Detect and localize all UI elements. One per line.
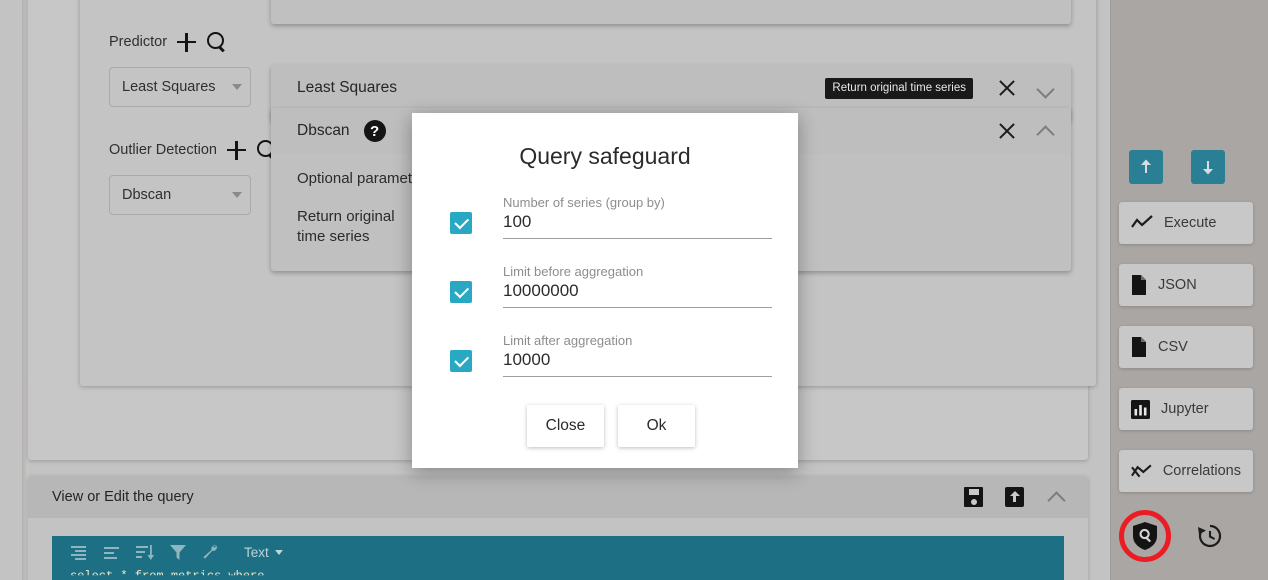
editor-mode-selector[interactable]: Text (244, 545, 283, 560)
wrench-icon[interactable] (202, 544, 218, 560)
return-original-time-series-label: Return original time series (297, 208, 395, 245)
format-align-icon[interactable] (103, 546, 120, 559)
close-button[interactable]: Close (527, 405, 604, 447)
ok-button[interactable]: Ok (618, 405, 695, 447)
query-editor-title: View or Edit the query (52, 489, 194, 505)
limit-after-aggregation-label: Limit after aggregation (503, 333, 633, 348)
section-predictor: Predictor (109, 32, 226, 52)
plus-icon[interactable] (177, 32, 197, 52)
close-icon[interactable] (995, 119, 1019, 143)
arrow-up-icon (1141, 159, 1151, 173)
limit-after-aggregation-field: Limit after aggregation (503, 332, 772, 377)
search-icon[interactable] (206, 32, 226, 52)
close-icon[interactable] (995, 76, 1019, 100)
number-of-series-field: Number of series (group by) (503, 194, 772, 239)
line-chart-icon (1131, 215, 1153, 228)
algorithm-card-dbscan-title: Dbscan (297, 122, 350, 139)
algorithm-card-bottom-body (271, 0, 1071, 24)
chevron-down-icon (232, 84, 242, 90)
rail-button-list: Execute JSON CSV Jupyter Correlations (1119, 202, 1253, 512)
algorithm-card-bottom: Bottom Max number of groups: 1 (271, 0, 1071, 24)
field-row-limit-before-aggregation: Limit before aggregation (450, 263, 772, 308)
chevron-down-icon (274, 549, 283, 555)
algorithm-card-least-squares-header[interactable]: Least Squares Return original time serie… (271, 65, 1071, 111)
csv-button-label: CSV (1158, 339, 1188, 355)
execute-button-label: Execute (1164, 215, 1217, 231)
query-safeguard-dialog: Query safeguard Number of series (group … (412, 113, 798, 468)
section-predictor-label: Predictor (109, 34, 168, 50)
correlations-icon (1131, 464, 1152, 478)
field-row-number-of-series: Number of series (group by) (450, 194, 772, 239)
right-action-rail: Execute JSON CSV Jupyter Correlations (1110, 0, 1268, 580)
bar-chart-icon (1131, 399, 1150, 419)
sort-icon[interactable] (136, 544, 154, 560)
number-of-series-input[interactable] (503, 212, 772, 239)
query-editor-header[interactable]: View or Edit the query (28, 476, 1088, 518)
algorithm-select-dbscan[interactable]: Dbscan (109, 175, 251, 215)
scroll-down-button[interactable] (1191, 150, 1225, 184)
history-icon (1198, 524, 1222, 548)
shield-search-icon (1133, 522, 1157, 550)
query-editor-code[interactable]: select * from metrics where ... (52, 568, 1064, 580)
section-outlier-detection: Outlier Detection (109, 140, 276, 160)
execute-button[interactable]: Execute (1119, 202, 1253, 244)
jupyter-button-label: Jupyter (1161, 401, 1209, 417)
query-safeguard-button[interactable] (1119, 510, 1171, 562)
correlations-button-label: Correlations (1162, 463, 1241, 479)
save-icon[interactable] (964, 487, 983, 507)
algorithm-select-dbscan-label: Dbscan (122, 187, 172, 203)
tooltip-return-original-series: Return original time series (825, 77, 973, 99)
dialog-actions: Close Ok (450, 405, 772, 447)
chevron-down-icon (232, 192, 242, 198)
chevron-down-icon[interactable] (1035, 77, 1057, 99)
rail-bottom-icons (1119, 510, 1253, 562)
format-indent-icon[interactable] (70, 545, 87, 560)
limit-before-aggregation-label: Limit before aggregation (503, 264, 644, 279)
chevron-up-icon[interactable] (1046, 486, 1068, 508)
plus-icon[interactable] (227, 140, 246, 160)
file-icon (1132, 337, 1146, 357)
query-editor-code-preview: select * from metrics where ... (70, 569, 294, 580)
query-editor-toolbar-wrap: Text (28, 518, 1088, 568)
upload-icon[interactable] (1005, 487, 1024, 507)
algorithm-select-least-squares[interactable]: Least Squares (109, 67, 251, 107)
query-history-button[interactable] (1197, 523, 1223, 549)
field-row-limit-after-aggregation: Limit after aggregation (450, 332, 772, 377)
chevron-up-icon[interactable] (1035, 120, 1057, 142)
jupyter-button[interactable]: Jupyter (1119, 388, 1253, 430)
limit-after-aggregation-checkbox[interactable] (450, 350, 472, 372)
query-editor-toolbar: Text (52, 536, 1064, 568)
limit-before-aggregation-input[interactable] (503, 281, 772, 308)
filter-icon[interactable] (170, 544, 186, 560)
query-editor-panel: View or Edit the query Text select * fro… (28, 476, 1088, 580)
limit-before-aggregation-checkbox[interactable] (450, 281, 472, 303)
section-outlier-detection-label: Outlier Detection (109, 142, 217, 158)
app-root: Bottom Bottom Max number of groups: 1 (0, 0, 1268, 580)
number-of-series-label: Number of series (group by) (503, 195, 665, 210)
rail-scroll-arrows (1129, 150, 1225, 184)
json-button-label: JSON (1158, 277, 1197, 293)
correlations-button[interactable]: Correlations (1119, 450, 1253, 492)
algorithm-select-least-squares-label: Least Squares (122, 79, 216, 95)
dialog-title: Query safeguard (519, 143, 691, 169)
csv-button[interactable]: CSV (1119, 326, 1253, 368)
json-button[interactable]: JSON (1119, 264, 1253, 306)
number-of-series-checkbox[interactable] (450, 212, 472, 234)
query-editor-actions (964, 486, 1068, 508)
editor-mode-label: Text (244, 544, 269, 560)
file-icon (1132, 275, 1146, 295)
help-icon[interactable]: ? (363, 120, 386, 142)
algorithm-card-least-squares-title: Least Squares (297, 79, 397, 96)
limit-after-aggregation-input[interactable] (503, 350, 772, 377)
limit-before-aggregation-field: Limit before aggregation (503, 263, 772, 308)
dialog-body: Number of series (group by) Limit before… (412, 170, 798, 447)
arrow-down-icon (1203, 161, 1213, 175)
scroll-up-button[interactable] (1129, 150, 1163, 184)
